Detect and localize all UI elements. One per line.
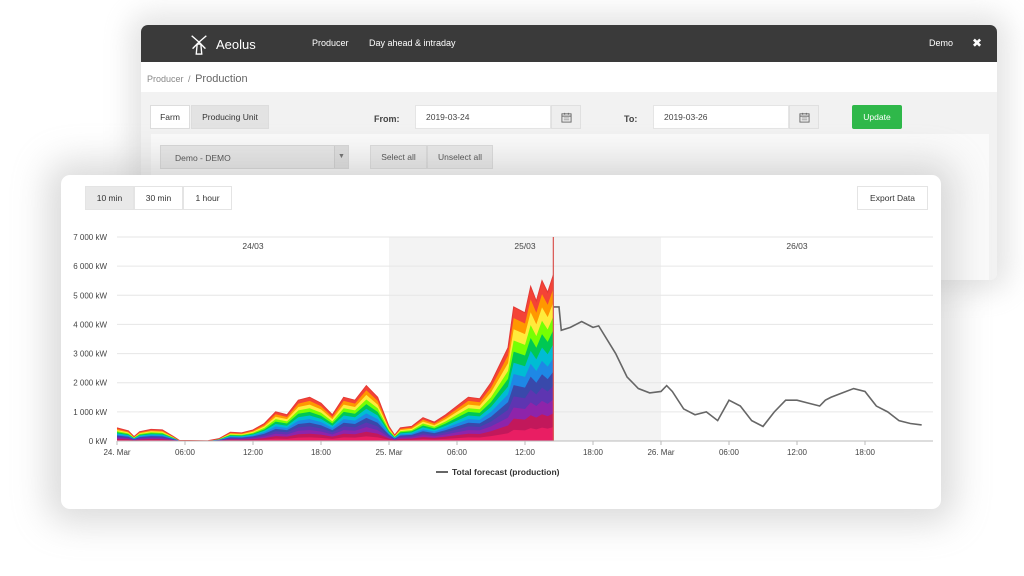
page-title: Production — [195, 73, 248, 85]
y-tick-label: 7 000 kW — [73, 233, 107, 242]
calendar-icon[interactable] — [551, 105, 581, 129]
app-logo[interactable]: Aeolus — [188, 31, 256, 57]
top-navbar: Aeolus Producer Day ahead & intraday Dem… — [141, 25, 997, 62]
x-tick-label: 18:00 — [583, 448, 604, 457]
chevron-down-icon: ▼ — [334, 146, 348, 168]
producing-unit-select-value: Demo - DEMO — [175, 153, 231, 163]
calendar-icon[interactable] — [789, 105, 819, 129]
calendar-glyph — [560, 112, 572, 123]
y-tick-label: 3 000 kW — [73, 350, 107, 359]
update-button[interactable]: Update — [852, 105, 902, 129]
x-tick-label: 12:00 — [243, 448, 264, 457]
producing-unit-select[interactable]: Demo - DEMO ▼ — [160, 145, 349, 169]
y-tick-label: 0 kW — [89, 437, 108, 446]
y-tick-label: 4 000 kW — [73, 320, 107, 329]
day-band-label: 25/03 — [514, 241, 536, 251]
x-tick-label: 12:00 — [787, 448, 808, 457]
day-band-label: 26/03 — [786, 241, 808, 251]
x-tick-label: 25. Mar — [375, 448, 402, 457]
nav-producer[interactable]: Producer — [312, 38, 349, 48]
calendar-glyph — [798, 112, 810, 123]
from-label: From: — [374, 114, 400, 124]
select-all-button[interactable]: Select all — [370, 145, 427, 169]
unselect-all-button[interactable]: Unselect all — [427, 145, 493, 169]
x-tick-label: 26. Mar — [647, 448, 674, 457]
nav-day-ahead-intraday[interactable]: Day ahead & intraday — [369, 38, 456, 48]
y-tick-label: 1 000 kW — [73, 408, 107, 417]
production-chart-card: 10 min 30 min 1 hour Export Data 24/03 25… — [61, 175, 941, 509]
breadcrumb-separator: / — [188, 74, 191, 84]
user-menu[interactable]: Demo — [929, 38, 953, 48]
y-tick-label: 5 000 kW — [73, 291, 107, 300]
x-tick-label: 18:00 — [311, 448, 332, 457]
production-chart: 24/03 25/03 26/03 0 kW 1 000 kW 2 000 kW 3 000… — [73, 233, 933, 477]
to-date-input[interactable]: 2019-03-26 — [653, 105, 789, 129]
x-tick-label: 06:00 — [175, 448, 196, 457]
to-label: To: — [624, 114, 638, 124]
y-tick-label: 2 000 kW — [73, 379, 107, 388]
tab-producing-unit[interactable]: Producing Unit — [191, 105, 269, 129]
x-tick-label: 12:00 — [515, 448, 536, 457]
close-icon[interactable]: ✖ — [972, 36, 982, 50]
tab-farm[interactable]: Farm — [150, 105, 190, 129]
breadcrumb-parent[interactable]: Producer — [147, 74, 184, 84]
y-tick-label: 6 000 kW — [73, 262, 107, 271]
legend-label: Total forecast (production) — [452, 467, 560, 477]
breadcrumb: Producer / Production — [147, 73, 248, 85]
windmill-icon — [191, 35, 207, 55]
x-tick-label: 06:00 — [447, 448, 468, 457]
x-tick-label: 06:00 — [719, 448, 740, 457]
x-tick-label: 18:00 — [855, 448, 876, 457]
from-date-input[interactable]: 2019-03-24 — [415, 105, 551, 129]
app-title: Aeolus — [216, 36, 256, 52]
x-tick-label: 24. Mar — [103, 448, 130, 457]
day-band-label: 24/03 — [242, 241, 264, 251]
